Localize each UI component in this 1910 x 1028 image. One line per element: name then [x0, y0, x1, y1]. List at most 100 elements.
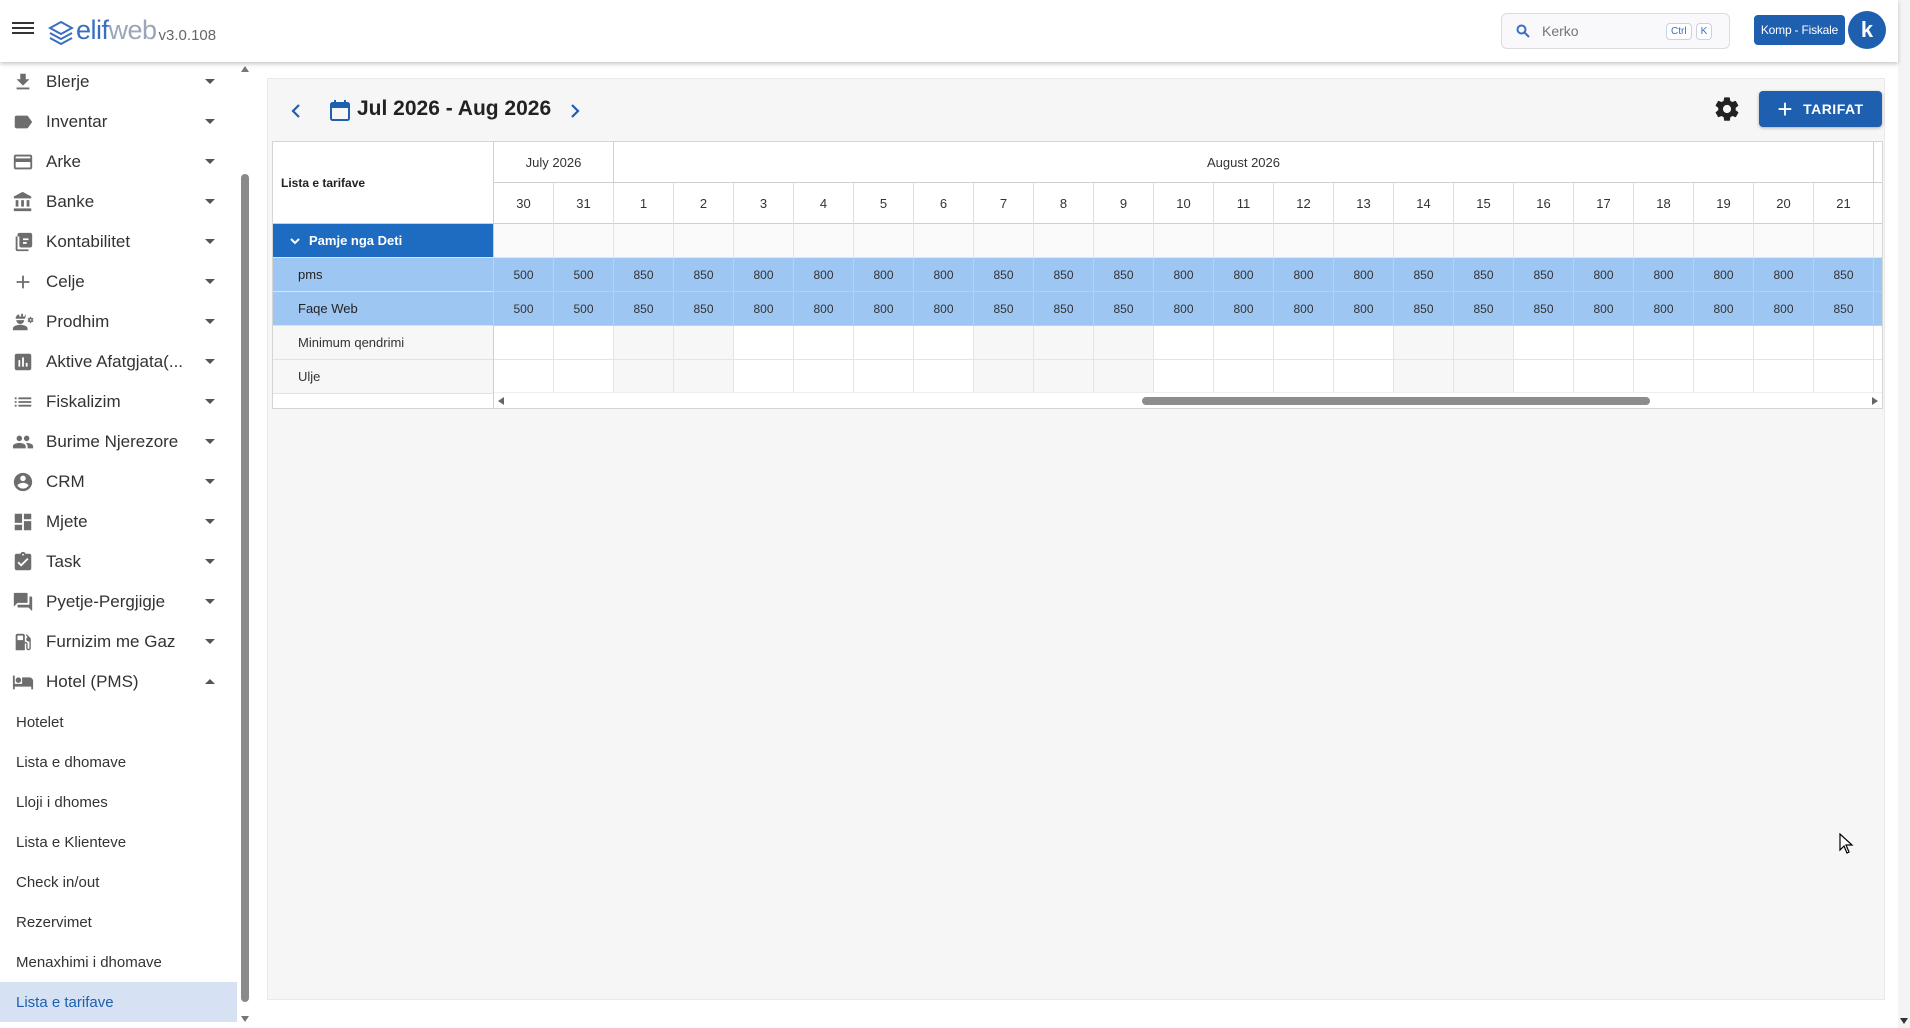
rate-cell[interactable]: [1814, 326, 1874, 360]
grid-cell[interactable]: [914, 224, 974, 258]
rate-cell[interactable]: [674, 360, 734, 394]
rate-cell[interactable]: [1694, 360, 1754, 394]
day-header[interactable]: 5: [854, 183, 914, 224]
company-button[interactable]: Komp - Fiskale: [1754, 15, 1845, 45]
grid-cell[interactable]: [734, 224, 794, 258]
rate-cell[interactable]: [914, 360, 974, 394]
caret-down-icon[interactable]: [205, 479, 215, 484]
rate-cell[interactable]: 850: [1814, 292, 1874, 326]
rate-cell[interactable]: [1394, 360, 1454, 394]
rate-cell[interactable]: 800: [1214, 258, 1274, 292]
caret-down-icon[interactable]: [205, 439, 215, 444]
sidebar-subitem-rezervimet[interactable]: Rezervimet: [0, 902, 237, 942]
sidebar-subitem-hotelet[interactable]: Hotelet: [0, 702, 237, 742]
grid-cell[interactable]: [1334, 224, 1394, 258]
sidebar-item-fiskalizim[interactable]: Fiskalizim: [0, 382, 237, 422]
rate-cell[interactable]: [614, 326, 674, 360]
rate-cell[interactable]: [1214, 326, 1274, 360]
rate-cell[interactable]: [494, 360, 554, 394]
rate-cell[interactable]: [1814, 360, 1874, 394]
sidebar-item-burime-njerezore[interactable]: Burime Njerezore: [0, 422, 237, 462]
sidebar-item-pyetje-pergjigje[interactable]: Pyetje-Pergjigje: [0, 582, 237, 622]
rate-cell[interactable]: [1334, 360, 1394, 394]
rate-cell[interactable]: [794, 360, 854, 394]
date-range-title[interactable]: Jul 2026 - Aug 2026: [357, 97, 551, 121]
rate-cell[interactable]: 800: [1274, 258, 1334, 292]
caret-down-icon[interactable]: [205, 559, 215, 564]
grid-cell[interactable]: [674, 224, 734, 258]
sidebar-scroll-thumb[interactable]: [241, 174, 249, 1002]
sidebar-subitem-check-in-out[interactable]: Check in/out: [0, 862, 237, 902]
day-header[interactable]: 15: [1454, 183, 1514, 224]
day-header[interactable]: 13: [1334, 183, 1394, 224]
rate-cell[interactable]: 800: [1334, 258, 1394, 292]
rate-cell[interactable]: 850: [1094, 258, 1154, 292]
day-header[interactable]: 22: [1874, 183, 1882, 224]
rate-cell[interactable]: 850: [614, 258, 674, 292]
sidebar-item-inventar[interactable]: Inventar: [0, 102, 237, 142]
sidebar-item-crm[interactable]: CRM: [0, 462, 237, 502]
rate-cell[interactable]: 850: [1034, 258, 1094, 292]
caret-down-icon[interactable]: [205, 239, 215, 244]
rate-cell[interactable]: 800: [1754, 292, 1814, 326]
sidebar-item-aktive-afatgjata[interactable]: Aktive Afatgjata(...: [0, 342, 237, 382]
grid-cell[interactable]: [1574, 224, 1634, 258]
rate-cell[interactable]: [1154, 360, 1214, 394]
day-header[interactable]: 10: [1154, 183, 1214, 224]
rate-cell[interactable]: 850: [1514, 292, 1574, 326]
rate-cell[interactable]: [974, 326, 1034, 360]
day-header[interactable]: 31: [554, 183, 614, 224]
rate-cell[interactable]: 850: [1394, 258, 1454, 292]
caret-down-icon[interactable]: [205, 519, 215, 524]
caret-down-icon[interactable]: [205, 599, 215, 604]
rate-cell[interactable]: 800: [1694, 292, 1754, 326]
rate-cell[interactable]: 850: [1034, 292, 1094, 326]
caret-down-icon[interactable]: [205, 319, 215, 324]
rate-cell[interactable]: 850: [674, 292, 734, 326]
grid-cell[interactable]: [1094, 224, 1154, 258]
rate-cell[interactable]: 850: [1454, 258, 1514, 292]
rate-cell[interactable]: 850: [1394, 292, 1454, 326]
grid-cell[interactable]: [1274, 224, 1334, 258]
caret-down-icon[interactable]: [205, 159, 215, 164]
grid-cell[interactable]: [1394, 224, 1454, 258]
grid-cell[interactable]: [794, 224, 854, 258]
rate-cell[interactable]: 800: [1334, 292, 1394, 326]
rate-cell[interactable]: 800: [1694, 258, 1754, 292]
day-header[interactable]: 18: [1634, 183, 1694, 224]
rate-cell[interactable]: [914, 326, 974, 360]
caret-down-icon[interactable]: [205, 359, 215, 364]
rate-cell[interactable]: [1874, 326, 1882, 360]
day-header[interactable]: 21: [1814, 183, 1874, 224]
rate-cell[interactable]: [1334, 326, 1394, 360]
sidebar-subitem-menaxhimi-i-dhomave[interactable]: Menaxhimi i dhomave: [0, 942, 237, 982]
rate-cell[interactable]: 800: [734, 292, 794, 326]
day-header[interactable]: 8: [1034, 183, 1094, 224]
rate-cell[interactable]: 800: [1634, 258, 1694, 292]
sidebar-item-furnizim-me-gaz[interactable]: Furnizim me Gaz: [0, 622, 237, 662]
rate-cell[interactable]: [614, 360, 674, 394]
scroll-down-arrow-icon[interactable]: [241, 1016, 249, 1022]
sidebar-item-mjete[interactable]: Mjete: [0, 502, 237, 542]
scroll-left-arrow-icon[interactable]: [498, 397, 504, 405]
sidebar-item-arke[interactable]: Arke: [0, 142, 237, 182]
rate-cell[interactable]: [1514, 360, 1574, 394]
search-input[interactable]: [1542, 23, 1662, 39]
grid-cell[interactable]: [1454, 224, 1514, 258]
scroll-right-arrow-icon[interactable]: [1872, 397, 1878, 405]
rate-cell[interactable]: 850: [674, 258, 734, 292]
grid-cell[interactable]: [1634, 224, 1694, 258]
rate-cell[interactable]: 850: [1454, 292, 1514, 326]
rate-cell[interactable]: 800: [1214, 292, 1274, 326]
rate-cell[interactable]: [1874, 292, 1882, 326]
sidebar-item-hotel-pms[interactable]: Hotel (PMS): [0, 662, 237, 702]
calendar-icon[interactable]: [329, 98, 351, 122]
rate-cell[interactable]: 500: [554, 258, 614, 292]
rate-cell[interactable]: 800: [1754, 258, 1814, 292]
rate-cell[interactable]: [1094, 326, 1154, 360]
grid-horizontal-scrollbar[interactable]: [494, 392, 1882, 408]
grid-cell[interactable]: [1814, 224, 1874, 258]
day-header[interactable]: 17: [1574, 183, 1634, 224]
grid-cell[interactable]: [1754, 224, 1814, 258]
grid-cell[interactable]: [854, 224, 914, 258]
